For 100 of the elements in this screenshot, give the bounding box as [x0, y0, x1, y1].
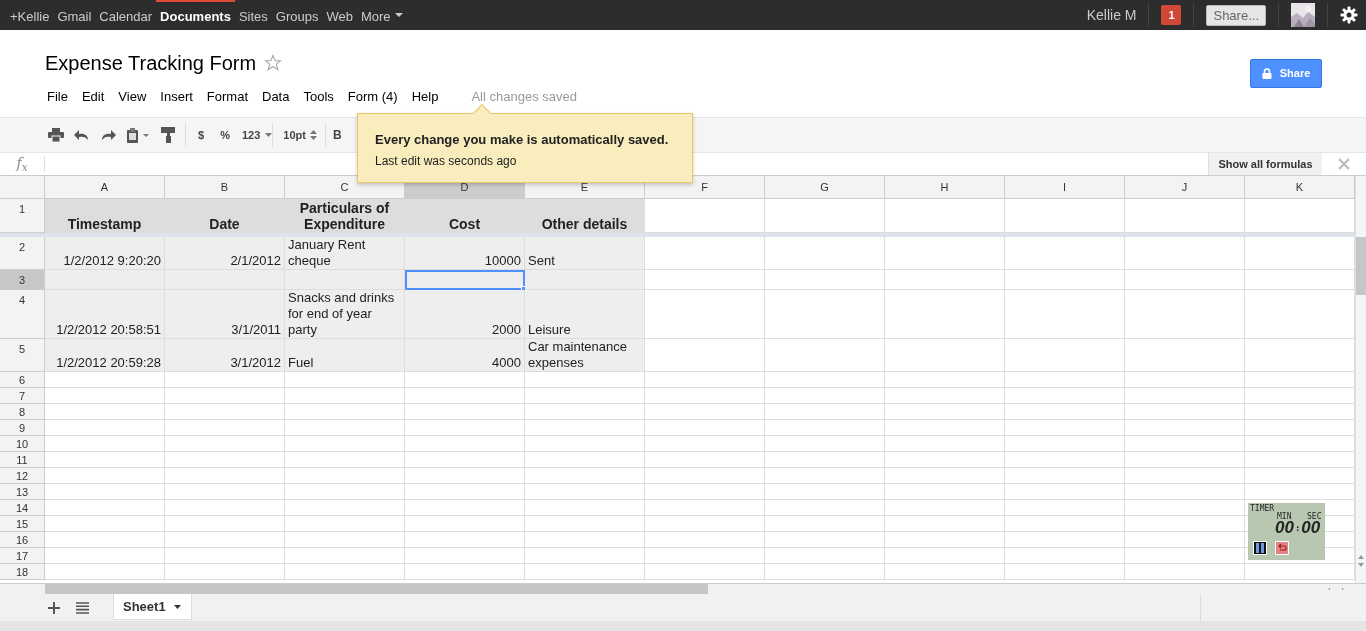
- table-cell[interactable]: [525, 563, 645, 580]
- scroll-down-icon[interactable]: [1356, 561, 1366, 569]
- table-cell[interactable]: [285, 270, 405, 290]
- add-sheet-icon[interactable]: [48, 602, 60, 614]
- table-cell[interactable]: Date: [165, 199, 285, 233]
- table-cell[interactable]: [45, 451, 165, 468]
- table-cell[interactable]: [645, 467, 765, 484]
- table-cell[interactable]: [1005, 451, 1125, 468]
- table-cell[interactable]: [1125, 467, 1245, 484]
- table-cell[interactable]: 1/2/2012 9:20:20: [45, 237, 165, 270]
- table-cell[interactable]: [1125, 483, 1245, 500]
- table-cell[interactable]: [645, 403, 765, 420]
- table-cell[interactable]: [1005, 467, 1125, 484]
- table-cell[interactable]: [405, 435, 525, 452]
- table-cell[interactable]: [1125, 435, 1245, 452]
- table-cell[interactable]: [765, 563, 885, 580]
- table-cell[interactable]: [45, 419, 165, 436]
- table-cell[interactable]: [765, 237, 885, 270]
- table-cell[interactable]: [765, 515, 885, 532]
- table-cell[interactable]: [165, 403, 285, 420]
- table-cell[interactable]: Leisure: [525, 289, 645, 339]
- settings-icon[interactable]: [1340, 6, 1358, 24]
- table-cell[interactable]: 2/1/2012: [165, 237, 285, 270]
- table-cell[interactable]: Cost: [405, 199, 525, 233]
- print-icon[interactable]: [48, 128, 64, 142]
- table-cell[interactable]: [645, 419, 765, 436]
- table-cell[interactable]: [285, 547, 405, 564]
- table-cell[interactable]: [765, 435, 885, 452]
- row-header[interactable]: 2: [0, 237, 45, 270]
- table-cell[interactable]: [405, 515, 525, 532]
- table-cell[interactable]: [525, 467, 645, 484]
- table-cell[interactable]: [1125, 563, 1245, 580]
- table-cell[interactable]: [165, 419, 285, 436]
- column-header[interactable]: G: [765, 176, 885, 199]
- table-cell[interactable]: [1125, 270, 1245, 290]
- table-cell[interactable]: [525, 270, 645, 290]
- table-cell[interactable]: 2000: [405, 289, 525, 339]
- table-cell[interactable]: [885, 451, 1005, 468]
- table-cell[interactable]: 3/1/2012: [165, 338, 285, 372]
- table-cell[interactable]: [1005, 563, 1125, 580]
- table-cell[interactable]: [285, 371, 405, 388]
- table-cell[interactable]: [405, 467, 525, 484]
- table-cell[interactable]: [285, 483, 405, 500]
- table-cell[interactable]: [45, 270, 165, 290]
- table-cell[interactable]: Other details: [525, 199, 645, 233]
- table-cell[interactable]: 10000: [405, 237, 525, 270]
- star-icon[interactable]: [264, 54, 283, 72]
- table-cell[interactable]: [885, 270, 1005, 290]
- close-icon[interactable]: [1338, 158, 1350, 170]
- row-header[interactable]: 1: [0, 199, 45, 233]
- table-cell[interactable]: [645, 451, 765, 468]
- select-all-corner[interactable]: [0, 176, 45, 199]
- menu-item[interactable]: Tools: [300, 87, 337, 107]
- table-cell[interactable]: [45, 387, 165, 404]
- column-header[interactable]: K: [1245, 176, 1355, 199]
- table-cell[interactable]: [165, 371, 285, 388]
- table-cell[interactable]: [765, 387, 885, 404]
- table-cell[interactable]: [885, 289, 1005, 339]
- table-cell[interactable]: [165, 515, 285, 532]
- table-cell[interactable]: [765, 289, 885, 339]
- table-cell[interactable]: [765, 467, 885, 484]
- table-cell[interactable]: [645, 531, 765, 548]
- table-cell[interactable]: [285, 403, 405, 420]
- menu-item[interactable]: Form (4): [344, 87, 401, 107]
- undo-icon[interactable]: [74, 129, 90, 141]
- table-cell[interactable]: [45, 515, 165, 532]
- table-cell[interactable]: [765, 419, 885, 436]
- table-cell[interactable]: [45, 435, 165, 452]
- number-format-button[interactable]: 123: [239, 126, 263, 144]
- table-cell[interactable]: [645, 371, 765, 388]
- show-formulas-button[interactable]: Show all formulas: [1208, 153, 1322, 175]
- table-cell[interactable]: [525, 547, 645, 564]
- caret-icon[interactable]: [265, 133, 273, 137]
- table-cell[interactable]: [285, 563, 405, 580]
- stepper-icon[interactable]: [309, 130, 317, 140]
- table-cell[interactable]: [645, 483, 765, 500]
- caret-icon[interactable]: [394, 12, 403, 18]
- table-cell[interactable]: [285, 467, 405, 484]
- table-cell[interactable]: [885, 483, 1005, 500]
- table-cell[interactable]: Particulars of Expenditure: [285, 199, 405, 233]
- table-cell[interactable]: [285, 515, 405, 532]
- nav-link[interactable]: +Kellie: [6, 0, 54, 30]
- clipboard-icon[interactable]: [126, 127, 150, 143]
- table-cell[interactable]: [405, 419, 525, 436]
- table-cell[interactable]: [165, 387, 285, 404]
- sheet-tab[interactable]: Sheet1: [113, 594, 192, 620]
- table-cell[interactable]: 1/2/2012 20:58:51: [45, 289, 165, 339]
- table-cell[interactable]: [165, 563, 285, 580]
- table-cell[interactable]: [645, 563, 765, 580]
- table-cell[interactable]: [1125, 419, 1245, 436]
- nav-link[interactable]: Calendar: [95, 0, 157, 30]
- table-cell[interactable]: [45, 371, 165, 388]
- table-cell[interactable]: 4000: [405, 338, 525, 372]
- menu-item[interactable]: Insert: [157, 87, 196, 107]
- table-cell[interactable]: [885, 237, 1005, 270]
- table-cell[interactable]: [1125, 499, 1245, 516]
- table-cell[interactable]: [765, 499, 885, 516]
- menu-item[interactable]: Edit: [78, 87, 108, 107]
- font-size-button[interactable]: 10pt: [281, 126, 308, 144]
- table-cell[interactable]: [1125, 515, 1245, 532]
